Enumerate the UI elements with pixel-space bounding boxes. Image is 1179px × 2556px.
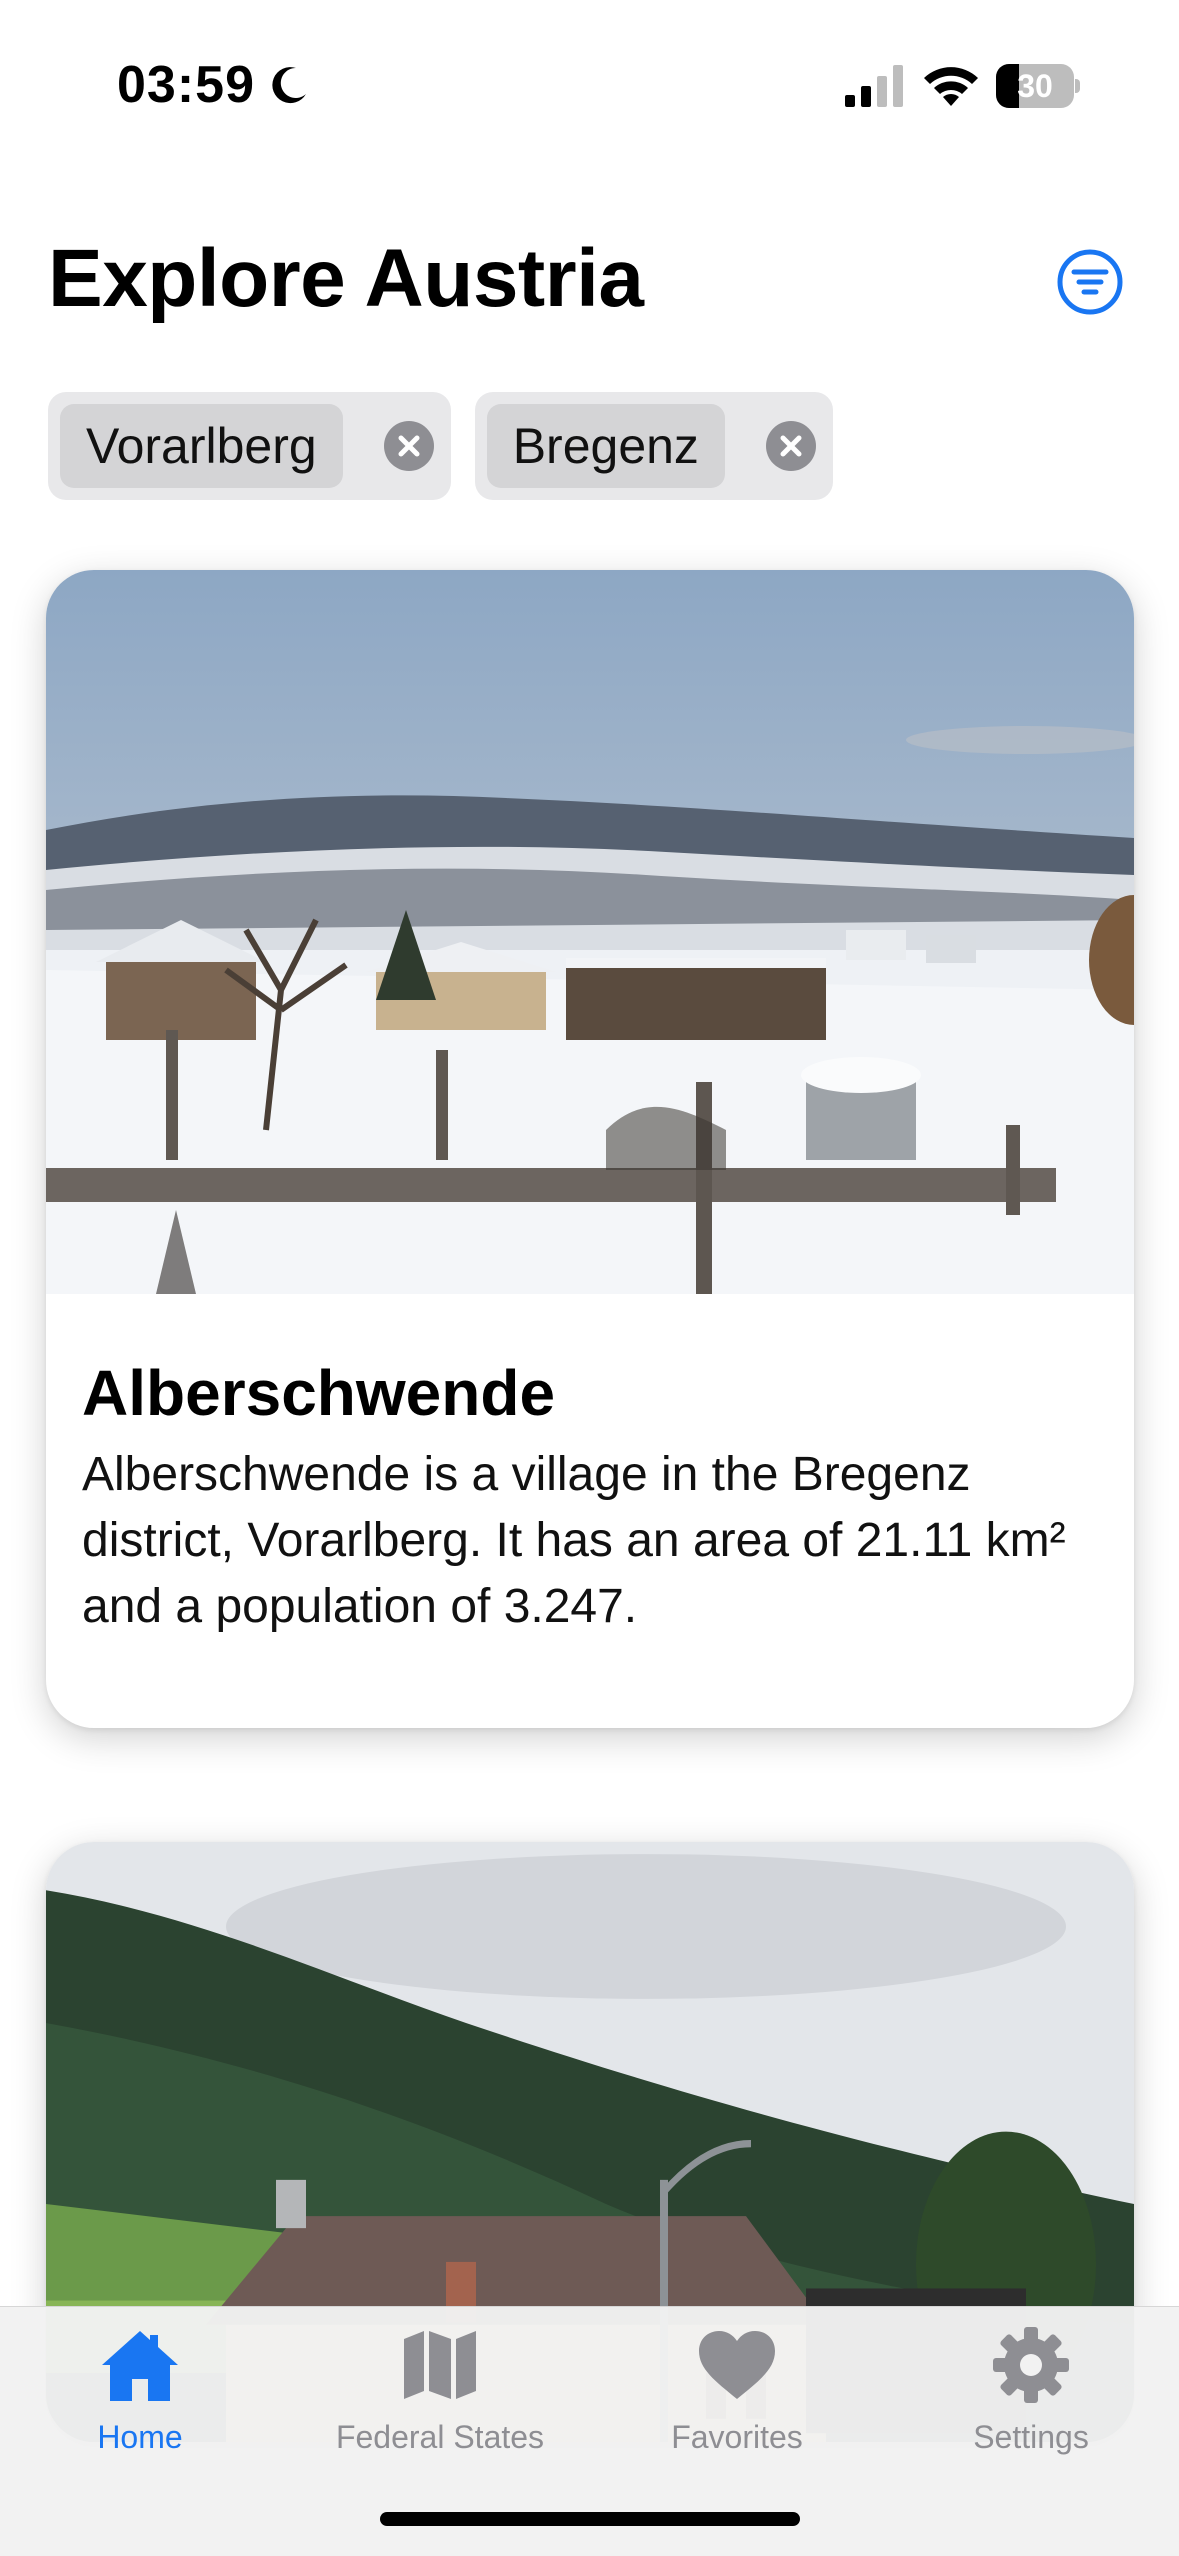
tab-label: Federal States xyxy=(335,2419,545,2455)
filter-chips: Vorarlberg Bregenz xyxy=(48,392,833,500)
place-card[interactable]: Alberschwende Alberschwende is a village… xyxy=(46,570,1134,1728)
tab-home[interactable]: Home xyxy=(0,2325,290,2456)
filter-chip-label: Vorarlberg xyxy=(60,404,343,488)
page-title: Explore Austria xyxy=(48,233,644,324)
status-bar: 03:59 30 xyxy=(0,0,1179,150)
battery-indicator: 30 xyxy=(996,64,1080,108)
cellular-signal-icon xyxy=(845,65,903,107)
remove-chip-icon[interactable] xyxy=(383,420,435,472)
screen: 03:59 30 Explore Austria Vorarlberg Breg… xyxy=(0,0,1179,2556)
gear-icon xyxy=(993,2327,1069,2403)
heart-icon xyxy=(699,2331,775,2399)
tab-label: Settings xyxy=(973,2419,1089,2455)
tab-federal-states[interactable]: Federal States xyxy=(290,2325,590,2456)
battery-level: 30 xyxy=(1017,68,1053,104)
tab-settings[interactable]: Settings xyxy=(881,2325,1179,2456)
tab-label: Home xyxy=(97,2419,183,2455)
place-description: Alberschwende is a village in the Bregen… xyxy=(82,1448,1066,1633)
house-icon xyxy=(102,2331,178,2401)
home-indicator[interactable] xyxy=(380,2512,800,2526)
filter-chip-bregenz[interactable]: Bregenz xyxy=(474,392,833,500)
place-title: Alberschwende xyxy=(82,1357,556,1429)
filter-chip-label: Bregenz xyxy=(486,404,725,488)
tab-favorites[interactable]: Favorites xyxy=(587,2325,887,2456)
place-photo xyxy=(46,570,1134,1294)
tab-label: Favorites xyxy=(671,2419,803,2455)
filter-icon[interactable] xyxy=(1056,248,1124,316)
remove-chip-icon[interactable] xyxy=(765,420,817,472)
filter-chip-vorarlberg[interactable]: Vorarlberg xyxy=(48,392,451,500)
map-icon xyxy=(404,2331,476,2399)
moon-icon xyxy=(272,67,306,104)
wifi-icon xyxy=(924,67,978,106)
status-time: 03:59 xyxy=(117,56,255,114)
